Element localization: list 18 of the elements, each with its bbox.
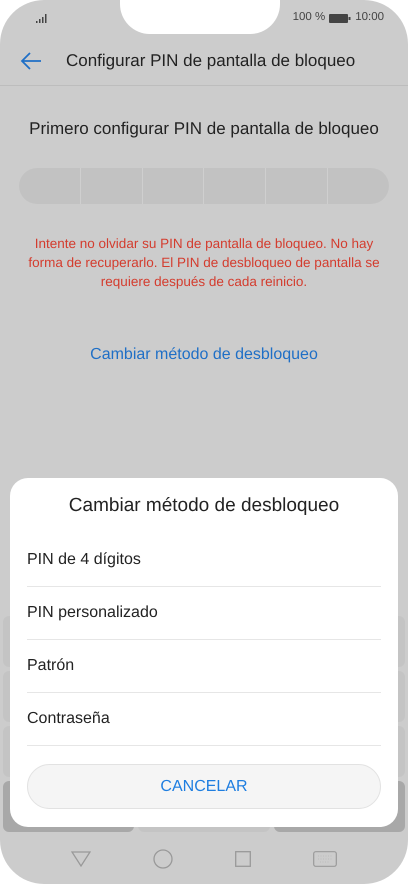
recents-nav-icon[interactable] — [235, 851, 251, 867]
unlock-option[interactable]: Contraseña — [27, 693, 381, 746]
battery-icon — [329, 14, 352, 22]
warning-text: Intente no olvidar su PIN de pantalla de bloqueo. No hay forma de recuperarlo. El PIN de desbloqueo de pantalla se requiere después de cada reinicio. — [27, 234, 381, 290]
back-arrow-icon[interactable] — [20, 52, 42, 70]
keyboard-icon[interactable] — [313, 851, 337, 867]
pin-prompt: Primero configurar PIN de pantalla de bloqueo — [29, 118, 379, 140]
clock: 10:00 — [355, 10, 384, 26]
battery-percent: 100 % — [292, 10, 326, 26]
unlock-option[interactable]: PIN personalizado — [27, 587, 381, 640]
signal-icon — [36, 14, 48, 22]
unlock-option[interactable]: Patrón — [27, 640, 381, 693]
sheet-title: Cambiar método de desbloqueo — [68, 494, 340, 518]
cancel-button[interactable]: CANCELAR — [27, 764, 381, 809]
unlock-option[interactable]: PIN de 4 dígitos — [27, 534, 381, 587]
back-nav-icon[interactable] — [71, 851, 91, 867]
screen-title: Configurar PIN de pantalla de bloqueo — [66, 50, 356, 72]
home-nav-icon[interactable] — [153, 849, 173, 869]
